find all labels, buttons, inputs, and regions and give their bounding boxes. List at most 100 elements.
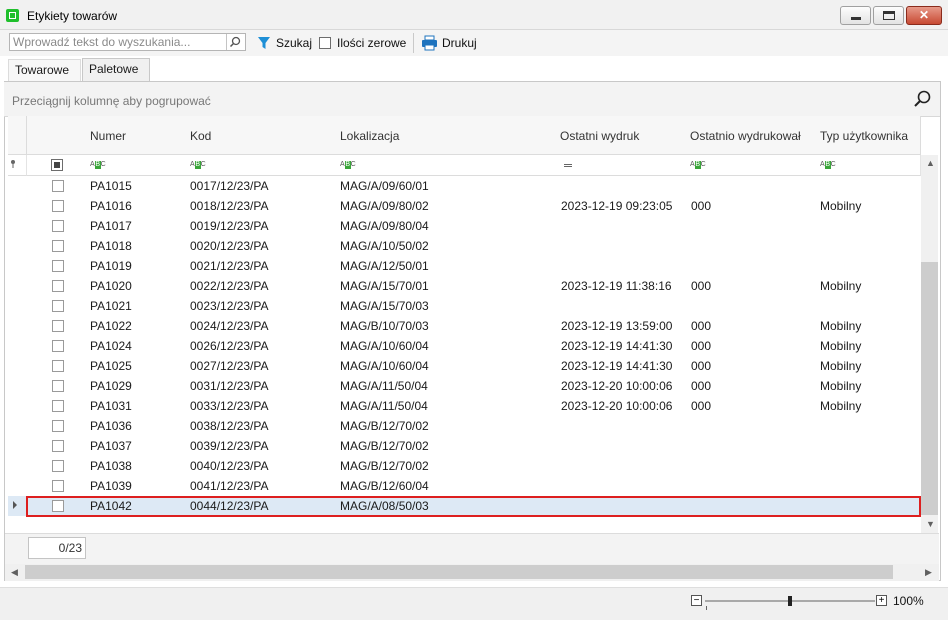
row-checkbox[interactable] [52, 180, 64, 192]
status-bar [0, 587, 948, 620]
row-checkbox[interactable] [52, 300, 64, 312]
maximize-button[interactable] [873, 6, 904, 25]
table-row[interactable]: PA1020 0022/12/23/PA MAG/A/15/70/01 2023-12… [8, 276, 921, 296]
print-button[interactable]: Drukuj [421, 35, 477, 51]
cell-kod: 0022/12/23/PA [190, 279, 269, 293]
cell-kod: 0018/12/23/PA [190, 199, 269, 213]
search-icon [229, 36, 241, 48]
zero-quantities-toggle[interactable]: Ilości zerowe [319, 35, 406, 51]
table-row[interactable]: PA1021 0023/12/23/PA MAG/A/15/70/03 [8, 296, 921, 316]
filter-cell-lokalizacja[interactable]: ABC [336, 155, 557, 176]
table-row[interactable]: PA1031 0033/12/23/PA MAG/A/11/50/04 2023-12… [8, 396, 921, 416]
cell-kod: 0027/12/23/PA [190, 359, 269, 373]
row-checkbox[interactable] [52, 320, 64, 332]
cell-kto: 000 [691, 359, 712, 373]
zoom-in-button[interactable]: + [876, 595, 887, 606]
table-row[interactable]: PA1036 0038/12/23/PA MAG/B/12/70/02 [8, 416, 921, 436]
tab-paletowe[interactable]: Paletowe [82, 58, 150, 81]
column-header-kod[interactable]: Kod [186, 116, 337, 155]
filter-select-all[interactable] [27, 155, 87, 176]
cell-kod: 0024/12/23/PA [190, 319, 269, 333]
minimize-button[interactable] [840, 6, 871, 25]
filter-cell-numer[interactable]: ABC [86, 155, 187, 176]
cell-lok: MAG/B/12/70/02 [340, 439, 429, 453]
text-filter-icon: ABC [90, 161, 106, 169]
magnifier-icon[interactable] [912, 89, 932, 109]
table-row[interactable]: PA1019 0021/12/23/PA MAG/A/12/50/01 [8, 256, 921, 276]
current-row-indicator-icon [13, 501, 17, 509]
row-checkbox[interactable] [52, 240, 64, 252]
column-header-label: Kod [190, 129, 212, 143]
select-all-checkbox[interactable] [51, 159, 63, 171]
column-header-typ-uzytkownika[interactable]: Typ użytkownika [816, 116, 921, 155]
column-header-ostatni-wydruk[interactable]: Ostatni wydruk [556, 116, 687, 155]
select-column-header [27, 116, 87, 155]
column-header-ostatnio-wydrukowal[interactable]: Ostatnio wydrukował [686, 116, 817, 155]
printer-icon [422, 35, 437, 51]
vertical-scroll-thumb[interactable] [921, 262, 938, 515]
row-checkbox[interactable] [52, 280, 64, 292]
zoom-slider-handle[interactable] [788, 596, 792, 606]
row-checkbox[interactable] [52, 500, 64, 512]
filter-cell-kod[interactable]: ABC [186, 155, 337, 176]
scroll-down-icon[interactable]: ▼ [926, 519, 935, 529]
cell-kod: 0038/12/23/PA [190, 419, 269, 433]
group-by-area[interactable]: Przeciągnij kolumnę aby pogrupować [4, 82, 940, 117]
row-checkbox[interactable] [52, 400, 64, 412]
filter-cell-ostatnio-wydrukowal[interactable]: ABC [686, 155, 817, 176]
row-checkbox[interactable] [52, 380, 64, 392]
row-checkbox[interactable] [52, 360, 64, 372]
table-row[interactable]: PA1016 0018/12/23/PA MAG/A/09/80/02 2023-12… [8, 196, 921, 216]
cell-lok: MAG/A/09/60/01 [340, 179, 429, 193]
zero-quantities-checkbox[interactable] [319, 37, 331, 49]
scroll-up-icon[interactable]: ▲ [926, 158, 935, 168]
cell-lok: MAG/A/11/50/04 [340, 379, 428, 393]
row-checkbox[interactable] [52, 440, 64, 452]
row-checkbox[interactable] [52, 460, 64, 472]
cell-lok: MAG/A/09/80/04 [340, 219, 429, 233]
scroll-right-icon[interactable]: ▶ [925, 567, 932, 578]
filter-cell-ostatni-wydruk[interactable] [556, 155, 687, 176]
close-button[interactable]: ✕ [906, 6, 942, 25]
cell-numer: PA1021 [90, 299, 132, 313]
table-row[interactable]: PA1018 0020/12/23/PA MAG/A/10/50/02 [8, 236, 921, 256]
search-button[interactable]: Szukaj [257, 35, 312, 51]
row-checkbox[interactable] [52, 220, 64, 232]
cell-lok: MAG/B/12/70/02 [340, 419, 429, 433]
cell-numer: PA1015 [90, 179, 132, 193]
table-row[interactable]: PA1015 0017/12/23/PA MAG/A/09/60/01 [8, 176, 921, 196]
equals-filter-icon [564, 164, 572, 167]
cell-numer: PA1038 [90, 459, 132, 473]
grid-rows: PA1015 0017/12/23/PA MAG/A/09/60/01 PA1016 0… [8, 176, 921, 517]
filter-cell-typ-uzytkownika[interactable]: ABC [816, 155, 921, 176]
table-row[interactable]: PA1037 0039/12/23/PA MAG/B/12/70/02 [8, 436, 921, 456]
table-row[interactable]: PA1038 0040/12/23/PA MAG/B/12/70/02 [8, 456, 921, 476]
table-row[interactable]: PA1042 0044/12/23/PA MAG/A/08/50/03 [8, 496, 921, 516]
search-icon-button[interactable] [226, 34, 245, 50]
scroll-left-icon[interactable]: ◀ [11, 567, 18, 578]
table-row[interactable]: PA1039 0041/12/23/PA MAG/B/12/60/04 [8, 476, 921, 496]
cell-numer: PA1018 [90, 239, 132, 253]
row-checkbox[interactable] [52, 480, 64, 492]
search-box [9, 33, 246, 51]
column-header-lokalizacja[interactable]: Lokalizacja [336, 116, 557, 155]
maximize-icon [883, 11, 895, 20]
table-row[interactable]: PA1029 0031/12/23/PA MAG/A/11/50/04 2023-12… [8, 376, 921, 396]
column-header-numer[interactable]: Numer [86, 116, 187, 155]
row-checkbox[interactable] [52, 340, 64, 352]
tab-towarowe[interactable]: Towarowe [8, 59, 81, 81]
table-row[interactable]: PA1025 0027/12/23/PA MAG/A/10/60/04 2023-12… [8, 356, 921, 376]
row-checkbox[interactable] [52, 200, 64, 212]
cell-kto: 000 [691, 399, 712, 413]
horizontal-scroll-thumb[interactable] [25, 565, 893, 579]
cell-numer: PA1039 [90, 479, 132, 493]
zoom-out-button[interactable]: − [691, 595, 702, 606]
table-row[interactable]: PA1022 0024/12/23/PA MAG/B/10/70/03 2023-12… [8, 316, 921, 336]
table-row[interactable]: PA1017 0019/12/23/PA MAG/A/09/80/04 [8, 216, 921, 236]
row-checkbox[interactable] [52, 260, 64, 272]
table-row[interactable]: PA1024 0026/12/23/PA MAG/A/10/60/04 2023-12… [8, 336, 921, 356]
cell-numer: PA1029 [90, 379, 132, 393]
row-checkbox[interactable] [52, 420, 64, 432]
cell-numer: PA1022 [90, 319, 132, 333]
search-input[interactable] [10, 34, 229, 50]
